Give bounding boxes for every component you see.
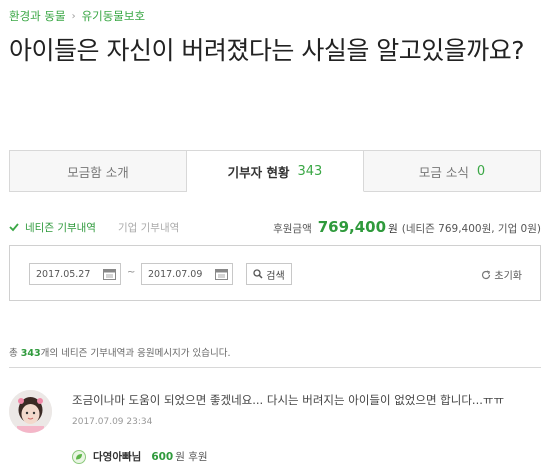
end-date-value: 2017.07.09 <box>148 268 203 280</box>
comment-date: 2017.07.09 23:34 <box>72 417 153 427</box>
donor-info: 다영아빠님 600 원 후원 <box>72 449 208 464</box>
reset-button[interactable]: 초기화 <box>481 267 522 282</box>
comment-item: 조금이나마 도움이 되었으면 좋겠네요... 다시는 버려지는 아이들이 없었으… <box>9 384 541 471</box>
donor-amount-unit: 원 후원 <box>175 451 208 463</box>
search-button-label: 검색 <box>266 270 285 282</box>
filter-netizen-label: 네티즌 기부내역 <box>25 221 96 234</box>
tab-count: 343 <box>297 163 323 179</box>
breadcrumb-category[interactable]: 환경과 동물 <box>9 8 66 24</box>
calendar-icon[interactable] <box>215 268 228 280</box>
page-title: 아이들은 자신이 버려졌다는 사실을 알고있을까요? <box>9 36 525 65</box>
tab-fundraising-news[interactable]: 모금 소식 0 <box>364 151 540 191</box>
total-prefix: 총 <box>9 348 18 359</box>
comment-text: 조금이나마 도움이 되었으면 좋겠네요... 다시는 버려지는 아이들이 없었으… <box>72 393 505 407</box>
end-date-input[interactable]: 2017.07.09 <box>141 263 233 285</box>
tab-label: 모금 소식 <box>418 164 469 180</box>
total-suffix: 개의 네티즌 기부내역과 응원메시지가 있습니다. <box>40 348 231 359</box>
tab-fundraising-intro[interactable]: 모금함 소개 <box>10 151 187 191</box>
date-search-box: 2017.05.27 ~ 2017.07.09 검색 초기화 <box>9 245 541 301</box>
filter-company-label: 기업 기부내역 <box>117 221 180 234</box>
profile-photo-icon <box>9 390 52 433</box>
search-button[interactable]: 검색 <box>246 263 292 285</box>
leaf-badge-icon <box>72 449 86 464</box>
tab-label: 기부자 현황 <box>227 164 290 180</box>
summary-label: 후원금액 <box>273 223 312 235</box>
filter-row: 네티즌 기부내역 기업 기부내역 후원금액 769,400 원 (네티즌 769… <box>9 218 541 236</box>
refresh-icon <box>482 269 491 279</box>
start-date-input[interactable]: 2017.05.27 <box>29 263 121 285</box>
checkmark-icon <box>9 223 19 232</box>
avatar[interactable] <box>9 390 52 433</box>
summary-amount: 769,400 <box>317 218 387 236</box>
breadcrumb-subcategory[interactable]: 유기동물보호 <box>82 8 145 24</box>
donor-amount: 600 <box>151 450 174 463</box>
donation-summary: 후원금액 769,400 원 (네티즌 769,400원, 기업 0원) <box>273 218 541 236</box>
tab-bar: 모금함 소개 기부자 현황 343 모금 소식 0 <box>9 150 541 192</box>
filter-netizen[interactable]: 네티즌 기부내역 <box>9 220 96 235</box>
search-icon <box>253 269 263 279</box>
total-count: 343 <box>20 348 41 359</box>
donor-name[interactable]: 다영아빠님 <box>93 449 141 464</box>
filter-company[interactable]: 기업 기부내역 <box>118 220 179 235</box>
summary-detail: (네티즌 769,400원, 기업 0원) <box>401 223 541 235</box>
tab-label: 모금함 소개 <box>67 164 129 180</box>
reset-button-label: 초기화 <box>494 271 522 282</box>
calendar-icon[interactable] <box>103 268 116 280</box>
summary-unit: 원 <box>388 223 398 235</box>
breadcrumb: 환경과 동물 › 유기동물보호 <box>9 8 145 24</box>
tab-count: 0 <box>476 163 486 179</box>
breadcrumb-separator-icon: › <box>71 10 76 22</box>
date-range-separator: ~ <box>127 267 136 278</box>
total-count-line: 총 343개의 네티즌 기부내역과 응원메시지가 있습니다. <box>9 345 231 359</box>
start-date-value: 2017.05.27 <box>36 268 91 280</box>
tab-donor-status[interactable]: 기부자 현황 343 <box>187 151 364 192</box>
divider <box>9 367 541 368</box>
